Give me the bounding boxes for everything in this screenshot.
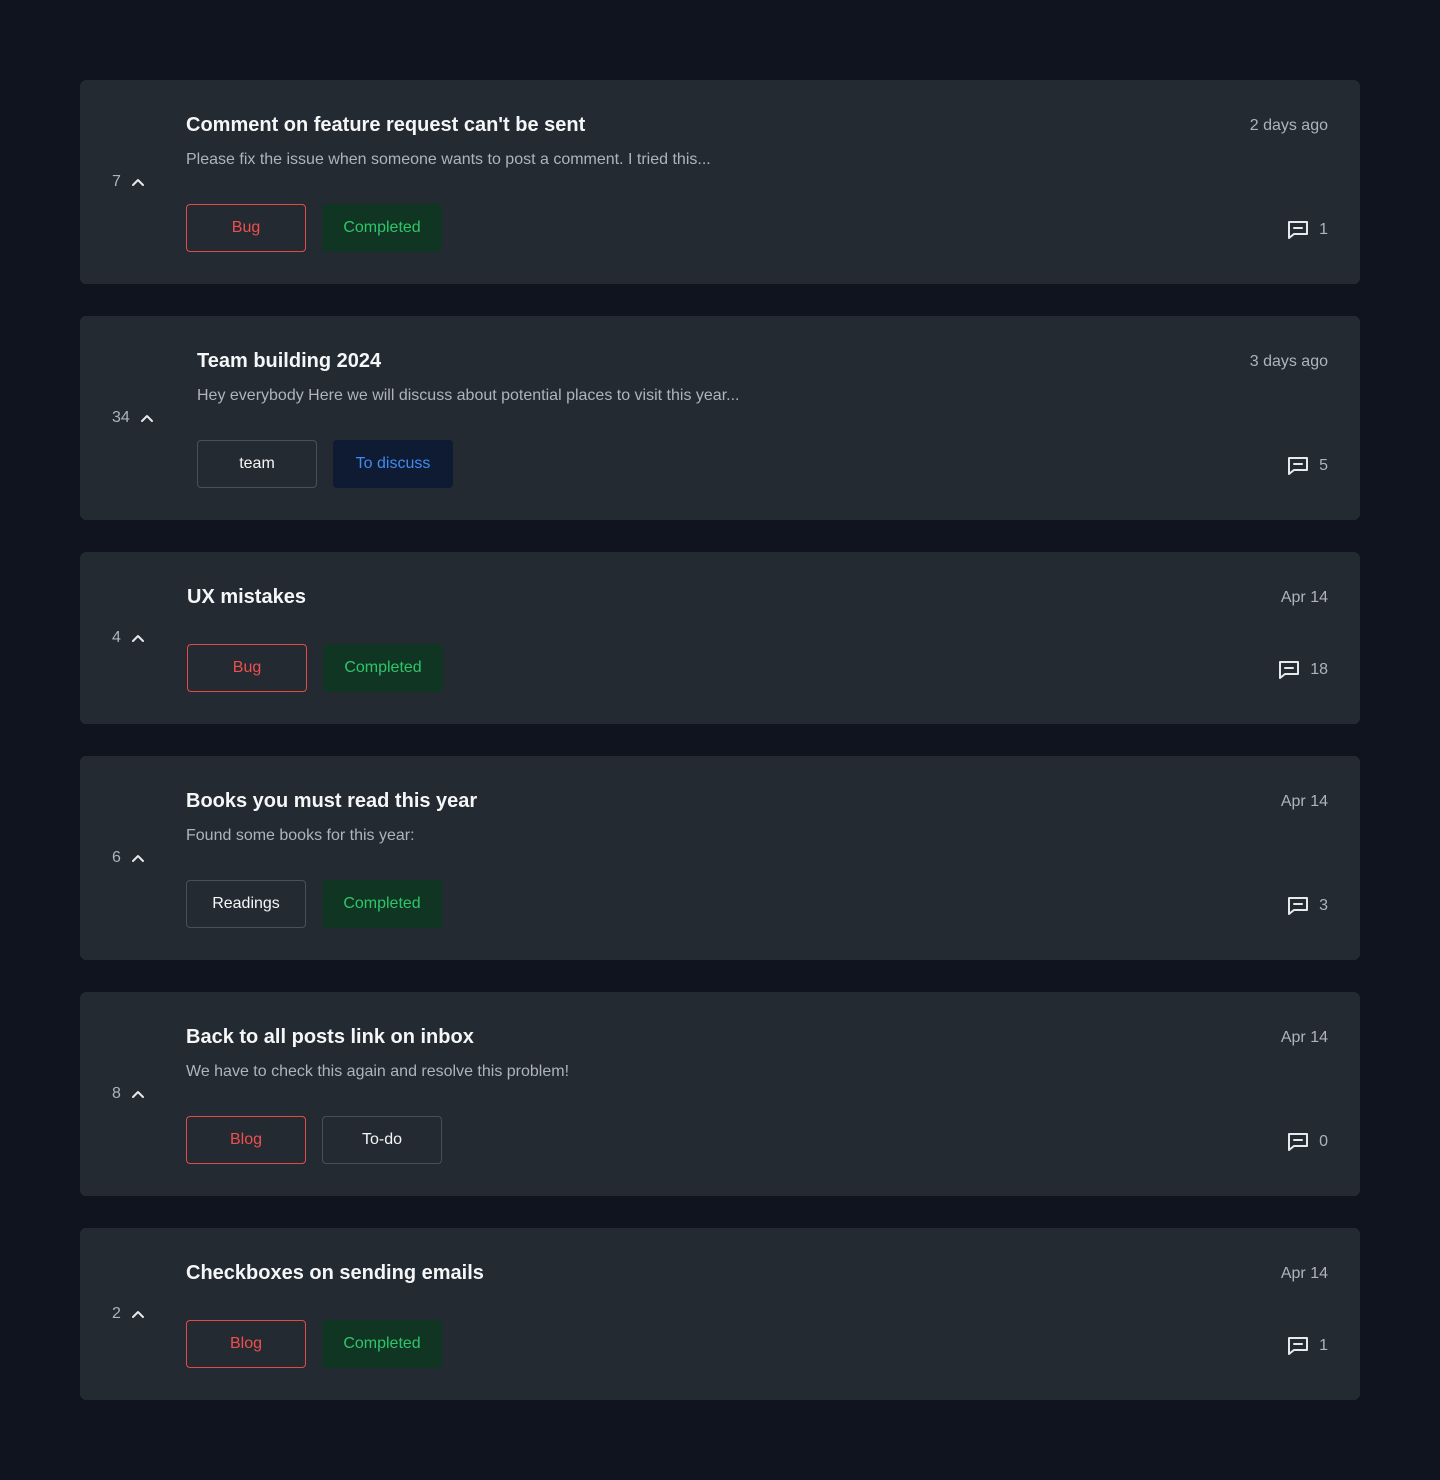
comments-link[interactable]: 0: [1287, 1132, 1328, 1152]
post-excerpt: Hey everybody Here we will discuss about…: [197, 387, 740, 404]
comment-count: 5: [1319, 457, 1328, 474]
tag-list: Blog Completed: [186, 1320, 442, 1368]
comments-link[interactable]: 18: [1278, 660, 1328, 680]
vote-count: 8: [112, 1085, 121, 1102]
chevron-up-icon[interactable]: [131, 1089, 145, 1099]
status-badge-completed[interactable]: Completed: [322, 1320, 442, 1368]
tag-bug[interactable]: Bug: [187, 644, 307, 692]
post-title[interactable]: UX mistakes: [187, 586, 306, 609]
post-date: 3 days ago: [1249, 353, 1328, 370]
post-date: Apr 14: [1280, 1029, 1328, 1046]
comment-icon: [1287, 896, 1309, 916]
comment-icon: [1287, 456, 1309, 476]
tag-team[interactable]: team: [197, 440, 317, 488]
post-excerpt: Please fix the issue when someone wants …: [186, 151, 711, 168]
status-badge-to-discuss[interactable]: To discuss: [333, 440, 453, 488]
upvote-button[interactable]: 6: [112, 849, 145, 867]
tag-blog[interactable]: Blog: [186, 1320, 306, 1368]
upvote-button[interactable]: 8: [112, 1085, 145, 1103]
upvote-button[interactable]: 34: [112, 409, 154, 427]
post-title[interactable]: Team building 2024: [197, 350, 381, 373]
comment-icon: [1287, 1336, 1309, 1356]
comments-link[interactable]: 3: [1287, 896, 1328, 916]
chevron-up-icon[interactable]: [131, 853, 145, 863]
post-date: Apr 14: [1280, 1265, 1328, 1282]
status-badge-completed[interactable]: Completed: [322, 880, 442, 928]
tag-list: Bug Completed: [187, 644, 443, 692]
tag-list: team To discuss: [197, 440, 453, 488]
comments-link[interactable]: 5: [1287, 456, 1328, 476]
comment-count: 18: [1310, 661, 1328, 678]
chevron-up-icon[interactable]: [131, 1309, 145, 1319]
tag-list: Blog To-do: [186, 1116, 442, 1164]
comment-count: 0: [1319, 1133, 1328, 1150]
post-excerpt: We have to check this again and resolve …: [186, 1063, 570, 1080]
status-badge-completed[interactable]: Completed: [323, 644, 443, 692]
post-card[interactable]: 2 Checkboxes on sending emails Apr 14 Bl…: [80, 1228, 1360, 1400]
upvote-button[interactable]: 4: [112, 629, 145, 647]
post-card[interactable]: 8 Back to all posts link on inbox We hav…: [80, 992, 1360, 1196]
post-title[interactable]: Books you must read this year: [186, 790, 477, 813]
vote-count: 7: [112, 173, 121, 190]
vote-count: 34: [112, 409, 130, 426]
comment-count: 1: [1319, 221, 1328, 238]
tag-readings[interactable]: Readings: [186, 880, 306, 928]
post-date: Apr 14: [1280, 589, 1328, 606]
post-date: 2 days ago: [1249, 117, 1328, 134]
vote-count: 6: [112, 849, 121, 866]
chevron-up-icon[interactable]: [131, 177, 145, 187]
vote-count: 2: [112, 1305, 121, 1322]
post-date: Apr 14: [1280, 793, 1328, 810]
status-badge-completed[interactable]: Completed: [322, 204, 442, 252]
vote-count: 4: [112, 629, 121, 646]
post-title[interactable]: Comment on feature request can't be sent: [186, 114, 585, 137]
comment-count: 3: [1319, 897, 1328, 914]
tag-bug[interactable]: Bug: [186, 204, 306, 252]
comment-count: 1: [1319, 1337, 1328, 1354]
comments-link[interactable]: 1: [1287, 220, 1328, 240]
status-badge-to-do[interactable]: To-do: [322, 1116, 442, 1164]
post-card[interactable]: 6 Books you must read this year Found so…: [80, 756, 1360, 960]
tag-blog[interactable]: Blog: [186, 1116, 306, 1164]
post-card[interactable]: 7 Comment on feature request can't be se…: [80, 80, 1360, 284]
chevron-up-icon[interactable]: [140, 413, 154, 423]
post-card[interactable]: 34 Team building 2024 Hey everybody Here…: [80, 316, 1360, 520]
comments-link[interactable]: 1: [1287, 1336, 1328, 1356]
comment-icon: [1287, 1132, 1309, 1152]
post-title[interactable]: Back to all posts link on inbox: [186, 1026, 474, 1049]
upvote-button[interactable]: 7: [112, 173, 145, 191]
post-list: 7 Comment on feature request can't be se…: [0, 0, 1440, 1480]
comment-icon: [1287, 220, 1309, 240]
post-title[interactable]: Checkboxes on sending emails: [186, 1262, 484, 1285]
tag-list: Bug Completed: [186, 204, 442, 252]
tag-list: Readings Completed: [186, 880, 442, 928]
upvote-button[interactable]: 2: [112, 1305, 145, 1323]
post-card[interactable]: 4 UX mistakes Apr 14 Bug Completed 18: [80, 552, 1360, 724]
comment-icon: [1278, 660, 1300, 680]
chevron-up-icon[interactable]: [131, 633, 145, 643]
post-excerpt: Found some books for this year:: [186, 827, 415, 844]
